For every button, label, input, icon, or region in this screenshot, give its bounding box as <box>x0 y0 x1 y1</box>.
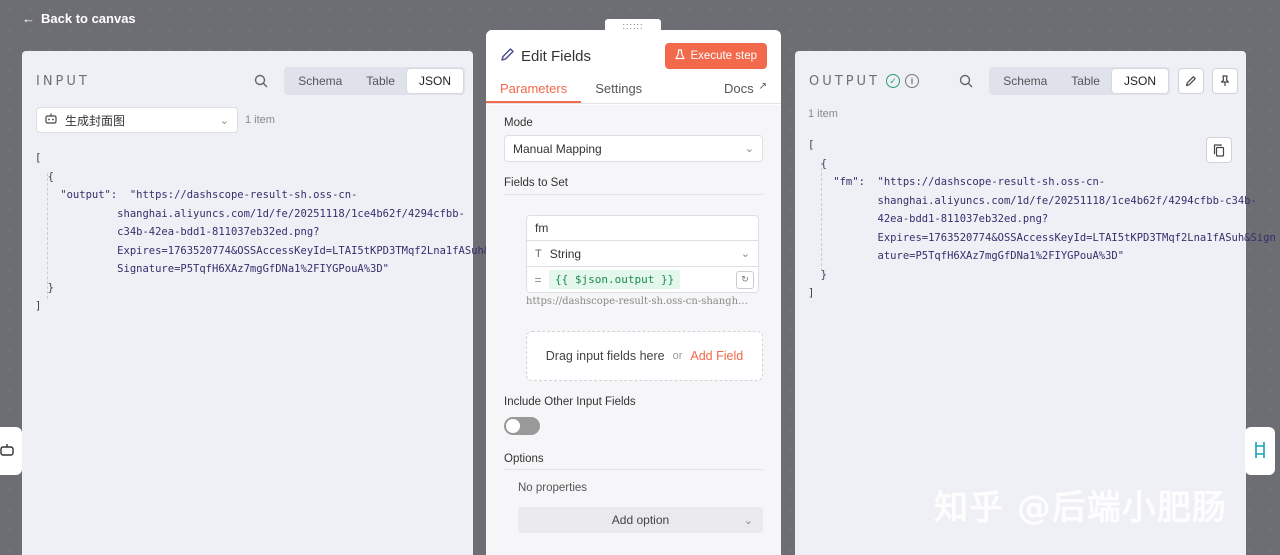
execute-step-button[interactable]: Execute step <box>664 43 767 69</box>
input-node-nub[interactable] <box>0 427 22 475</box>
input-title: INPUT <box>36 73 90 89</box>
input-tab-table[interactable]: Table <box>354 69 407 93</box>
output-tab-schema[interactable]: Schema <box>991 69 1059 93</box>
json-line: shanghai.aliyuncs.com/1d/fe/20251118/1ce… <box>35 207 465 220</box>
input-tab-schema[interactable]: Schema <box>286 69 354 93</box>
json-line: Expires=1763520774&OSSAccessKeyId=LTAI5t… <box>808 231 1276 244</box>
input-view-switch: Schema Table JSON <box>284 67 465 95</box>
json-line: c34b-42ea-bdd1-811037eb32ed.png? <box>35 226 320 238</box>
expression-value: {{ $json.output }} <box>549 270 681 289</box>
json-line: "fm": "https://dashscope-result-sh.oss-c… <box>808 176 1106 188</box>
drop-text: Drag input fields here <box>545 349 665 363</box>
docs-label: Docs <box>723 81 754 96</box>
field-value-input[interactable]: = {{ $json.output }} ↻ <box>526 267 759 293</box>
output-title: OUTPUT <box>809 73 880 89</box>
equals-sign: = <box>534 272 542 287</box>
input-node-select[interactable]: 生成封面图 ⌄ <box>36 107 238 133</box>
include-other-fields-label: Include Other Input Fields <box>504 396 636 408</box>
tab-settings[interactable]: Settings <box>581 81 656 103</box>
search-icon[interactable] <box>248 68 274 94</box>
watermark: 知乎 @后端小肥肠 <box>934 488 1227 528</box>
divider <box>504 469 763 470</box>
output-header: OUTPUT ✓ i Schema Table JSON <box>809 67 1238 95</box>
mode-select[interactable]: Manual Mapping ⌄ <box>504 135 763 162</box>
text-type-icon: T <box>535 247 542 260</box>
json-line: { <box>808 157 827 170</box>
output-tab-table[interactable]: Table <box>1059 69 1112 93</box>
expression-preview: https://dashscope-result-sh.oss-cn-shang… <box>526 296 749 307</box>
execute-step-label: Execute step <box>690 50 757 62</box>
json-line: { <box>35 170 54 183</box>
tab-parameters[interactable]: Parameters <box>486 81 582 103</box>
output-view-switch: Schema Table JSON <box>989 67 1170 95</box>
json-line: ] <box>808 287 815 299</box>
pin-icon[interactable] <box>1212 68 1238 94</box>
back-label: Back to canvas <box>41 11 136 26</box>
field-assignment: fm T String ⌄ = {{ $json.output }} ↻ htt… <box>526 215 759 307</box>
node-tabs: Parameters Settings Docs ↗ <box>486 78 781 104</box>
add-option-button[interactable]: Add option ⌄ <box>518 507 763 533</box>
input-json-view: [ { "output": "https://dashscope-result-… <box>35 149 490 316</box>
flask-icon <box>674 49 685 63</box>
input-item-count: 1 item <box>245 114 275 126</box>
chevron-down-icon: ⌄ <box>219 114 229 127</box>
field-type-value: String <box>549 246 582 261</box>
chevron-down-icon: ⌄ <box>740 248 750 260</box>
json-line: Signature=P5TqfH6XAz7mgGfDNa1%2FIYGPouA%… <box>35 263 390 275</box>
mode-label: Mode <box>504 117 533 129</box>
robot-icon <box>0 443 14 460</box>
include-other-fields-toggle[interactable] <box>504 417 540 435</box>
node-settings-panel: Edit Fields Execute step Parameters Sett… <box>486 30 781 555</box>
transform-icon <box>1253 440 1267 463</box>
external-link-icon: ↗ <box>758 81 767 92</box>
back-to-canvas-link[interactable]: ← Back to canvas <box>22 11 136 26</box>
edit-output-button[interactable] <box>1178 68 1204 94</box>
json-line: ] <box>35 300 42 312</box>
json-line: "output": "https://dashscope-result-sh.o… <box>35 189 358 201</box>
no-properties-text: No properties <box>518 482 588 494</box>
fields-to-set-label: Fields to Set <box>504 177 568 189</box>
input-node-name: 生成封面图 <box>65 113 126 128</box>
output-tab-json[interactable]: JSON <box>1111 69 1168 93</box>
add-option-label: Add option <box>611 513 670 527</box>
arrow-left-icon: ← <box>22 11 35 26</box>
field-name-input[interactable]: fm <box>526 215 759 241</box>
check-circle-icon: ✓ <box>885 74 900 88</box>
output-item-count: 1 item <box>808 108 838 120</box>
json-line: [ <box>808 139 815 151</box>
output-node-nub[interactable] <box>1245 427 1275 475</box>
options-label: Options <box>504 453 544 465</box>
input-tab-json[interactable]: JSON <box>406 69 463 93</box>
mode-value: Manual Mapping <box>513 141 602 156</box>
drop-or: or <box>672 350 683 362</box>
pencil-icon <box>500 47 515 66</box>
divider <box>504 194 763 195</box>
chevron-down-icon: ⌄ <box>744 143 754 155</box>
drop-zone[interactable]: Drag input fields here or Add Field <box>526 331 763 381</box>
json-line: [ <box>35 152 42 164</box>
json-line: shanghai.aliyuncs.com/1d/fe/20251118/1ce… <box>808 194 1257 207</box>
json-line: } <box>35 281 54 294</box>
json-line: ature=P5TqfH6XAz7mgGfDNa1%2FIYGPouA%3D" <box>808 250 1125 262</box>
input-header: INPUT Schema Table JSON <box>36 67 465 95</box>
json-line: Expires=1763520774&OSSAccessKeyId=LTAI5t… <box>35 244 491 257</box>
search-icon[interactable] <box>953 68 979 94</box>
field-type-select[interactable]: T String ⌄ <box>526 241 759 267</box>
output-json-view: [ { "fm": "https://dashscope-result-sh.o… <box>808 136 1276 303</box>
reset-icon[interactable]: ↻ <box>736 270 754 289</box>
chevron-down-icon: ⌄ <box>743 514 753 527</box>
parameters-body: Mode Manual Mapping ⌄ Fields to Set fm T… <box>486 105 781 555</box>
node-title[interactable]: Edit Fields <box>521 48 591 65</box>
add-field-link[interactable]: Add Field <box>690 349 743 363</box>
json-line: } <box>808 268 827 281</box>
info-icon[interactable]: i <box>904 74 919 88</box>
robot-icon <box>45 113 57 127</box>
tab-docs[interactable]: Docs ↗ <box>710 81 781 103</box>
node-settings-header: Edit Fields Execute step <box>500 43 767 69</box>
json-line: 42ea-bdd1-811037eb32ed.png? <box>808 213 1049 225</box>
input-panel: INPUT Schema Table JSON 生成封面图 ⌄ 1 item [… <box>22 51 490 555</box>
